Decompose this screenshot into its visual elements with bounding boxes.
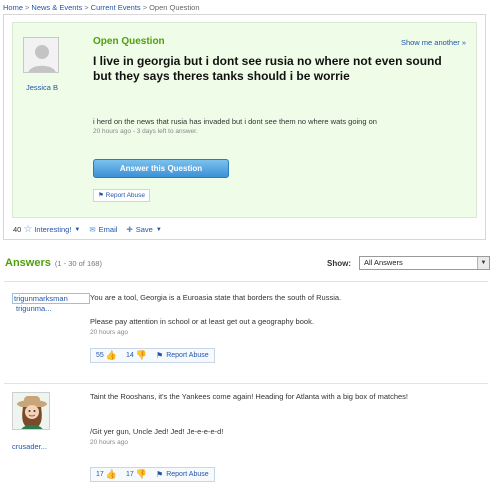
answer-rating-bar: 17 👍 17 👎 ⚑ Report Abuse: [90, 467, 215, 482]
thumbs-down-icon[interactable]: 👎: [136, 350, 147, 361]
email-label: Email: [98, 225, 118, 234]
answer-text: /Git yer gun, Uncle Jed! Jed! Je-e-e-e-d…: [90, 427, 224, 436]
save-button[interactable]: ✚ Save ▼: [126, 225, 161, 234]
asker-avatar[interactable]: [23, 37, 59, 73]
open-question-label: Open Question: [93, 36, 165, 47]
interesting-label: Interesting!: [34, 225, 72, 234]
interesting-button[interactable]: ☆ Interesting! ▼: [23, 224, 80, 235]
thumbs-up-icon[interactable]: 👍: [106, 469, 117, 480]
plus-icon: ✚: [126, 225, 133, 234]
answers-range: (1 - 30 of 168): [54, 259, 102, 268]
thumbs-down-count: 17: [126, 471, 134, 478]
answerer-name[interactable]: crusader...: [12, 442, 72, 451]
divider: [4, 383, 488, 384]
answer-question-button[interactable]: Answer this Question: [93, 159, 229, 178]
breadcrumb-home-link[interactable]: Home: [3, 3, 23, 12]
breadcrumb: Home > News & Events > Current Events > Open Q…: [3, 3, 200, 12]
question-header: Jessica B Open Question Show me another …: [12, 22, 477, 218]
envelope-icon: ✉: [89, 225, 96, 234]
show-filter-value: All Answers: [364, 258, 403, 267]
answer-text: Please pay attention in school or at lea…: [90, 317, 314, 326]
flag-icon: ⚑: [98, 192, 104, 199]
interesting-count: 40: [13, 225, 22, 234]
breadcrumb-news-link[interactable]: News & Events: [31, 3, 82, 12]
thumbs-up-count: 17: [96, 471, 104, 478]
asker-name[interactable]: Jessica B: [16, 83, 68, 92]
default-user-icon: [28, 45, 56, 72]
breadcrumb-current-page: Open Question: [149, 3, 200, 12]
question-details: i herd on the news that rusia has invade…: [93, 117, 377, 126]
flag-icon: ⚑: [156, 470, 164, 479]
answer-text: Taint the Rooshans, it's the Yankees com…: [90, 392, 409, 401]
answerer-name-full[interactable]: trigunmarksman: [12, 293, 90, 304]
question-title: I live in georgia but i dont see rusia n…: [93, 54, 442, 83]
report-abuse-button[interactable]: ⚑ Report Abuse: [93, 189, 151, 202]
breadcrumb-separator: >: [25, 3, 30, 12]
answers-heading: Answers (1 - 30 of 168): [5, 257, 102, 269]
thumbs-up-icon[interactable]: 👍: [106, 350, 117, 361]
question-timestamp: 20 hours ago - 3 days left to answer.: [93, 128, 198, 135]
report-abuse-label: Report Abuse: [105, 192, 146, 199]
thumbs-down-count: 14: [126, 352, 134, 359]
answer-text: You are a tool, Georgia is a Euroasia st…: [90, 293, 342, 302]
chevron-down-icon: ▼: [74, 226, 81, 233]
answers-title: Answers: [5, 257, 51, 269]
answer-item: trigunmarksman trigunma... You are a too…: [12, 290, 487, 370]
show-filter-select[interactable]: All Answers ▼: [359, 256, 490, 270]
email-button[interactable]: ✉ Email: [89, 225, 117, 234]
breadcrumb-current-events-link[interactable]: Current Events: [91, 3, 141, 12]
answer-timestamp: 20 hours ago: [90, 439, 128, 446]
thumbs-down-icon[interactable]: 👎: [136, 469, 147, 480]
save-label: Save: [135, 225, 153, 234]
answer-rating-bar: 55 👍 14 👎 ⚑ Report Abuse: [90, 348, 215, 363]
flag-icon: ⚑: [156, 351, 164, 360]
report-abuse-link[interactable]: Report Abuse: [166, 471, 208, 478]
thumbs-up-count: 55: [96, 352, 104, 359]
answerer-name[interactable]: trigunma...: [16, 304, 76, 313]
divider: [4, 281, 488, 282]
report-abuse-link[interactable]: Report Abuse: [166, 352, 208, 359]
breadcrumb-separator: >: [142, 3, 148, 12]
chevron-down-icon: ▼: [155, 226, 162, 233]
question-actions: 40 ☆ Interesting! ▼ ✉ Email ✚ Save ▼: [13, 224, 171, 235]
answer-timestamp: 20 hours ago: [90, 329, 128, 336]
chevron-down-icon: ▼: [477, 257, 489, 269]
question-panel: Jessica B Open Question Show me another …: [3, 14, 486, 240]
show-filter-label: Show:: [327, 259, 351, 268]
star-icon: ☆: [23, 224, 33, 235]
answer-item: crusader... Taint the Rooshans, it's the…: [12, 390, 487, 490]
show-another-link[interactable]: Show me another »: [401, 38, 466, 47]
breadcrumb-separator: >: [84, 3, 89, 12]
